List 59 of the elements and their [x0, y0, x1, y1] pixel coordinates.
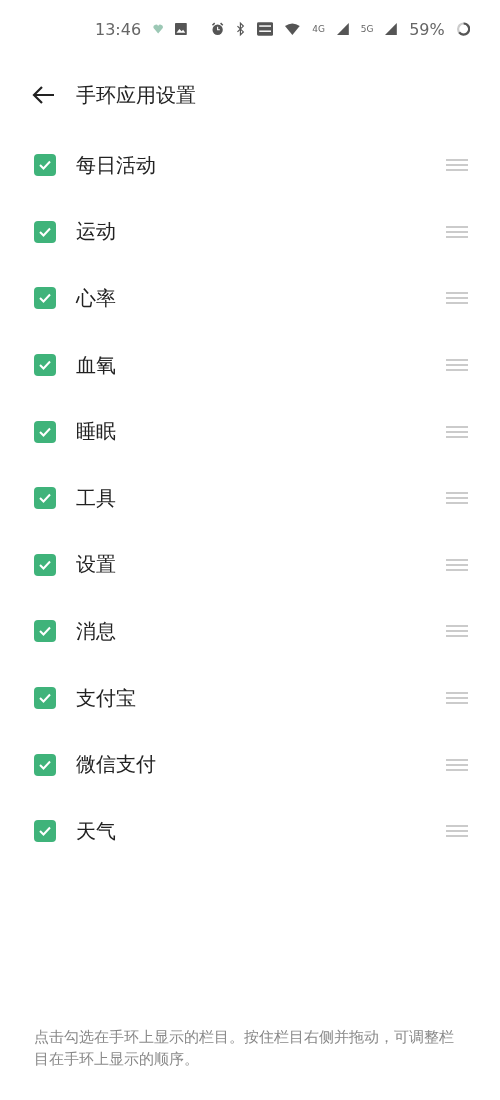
- item-label: 每日活动: [76, 151, 157, 179]
- checkmark-icon: [39, 493, 51, 504]
- checkmark-icon: [39, 293, 51, 304]
- item-label: 天气: [76, 817, 117, 845]
- bluetooth-icon: [236, 20, 246, 38]
- item-label: 支付宝: [76, 684, 137, 712]
- checkbox[interactable]: [34, 820, 56, 843]
- drag-handle-icon[interactable]: [446, 692, 468, 705]
- item-label: 睡眠: [76, 418, 117, 446]
- wifi-icon: [285, 21, 301, 37]
- drag-handle-icon[interactable]: [446, 758, 468, 771]
- network-type: 5G: [360, 24, 374, 34]
- alarm-icon: [211, 20, 225, 38]
- item-label: 血氧: [76, 351, 117, 379]
- battery-percent: 59%: [409, 19, 445, 39]
- checkbox[interactable]: [34, 287, 56, 310]
- signal-icon: [336, 21, 349, 37]
- item-label: 微信支付: [76, 751, 157, 779]
- checkmark-icon: [39, 426, 51, 437]
- hint-text: 点击勾选在手环上显示的栏目。按住栏目右侧并拖动，可调整栏目在手环上显示的顺序。: [34, 1028, 455, 1069]
- checkmark-icon: [39, 693, 51, 704]
- item-label: 运动: [76, 218, 117, 246]
- back-arrow-icon[interactable]: [32, 85, 56, 105]
- clock-time: 13:46: [95, 19, 142, 39]
- checkmark-icon: [39, 626, 51, 637]
- drag-handle-icon[interactable]: [446, 825, 468, 838]
- checkbox[interactable]: [34, 220, 56, 243]
- drag-handle-icon[interactable]: [446, 492, 468, 505]
- checkmark-icon: [39, 559, 51, 570]
- checkmark-icon: [39, 226, 51, 237]
- checkmark-icon: [39, 759, 51, 770]
- checkmark-icon: [39, 826, 51, 837]
- checkbox[interactable]: [34, 620, 56, 643]
- page-title: 手环应用设置: [76, 81, 196, 109]
- drag-handle-icon[interactable]: [446, 425, 468, 438]
- checkbox[interactable]: [34, 753, 56, 776]
- battery-ring-icon: [456, 20, 470, 38]
- heart-icon: [153, 23, 164, 35]
- image-icon: [175, 21, 188, 37]
- signal-icon: [385, 21, 398, 37]
- item-label: 设置: [76, 551, 117, 579]
- checkbox[interactable]: [34, 154, 56, 177]
- drag-handle-icon[interactable]: [446, 625, 468, 638]
- checkbox[interactable]: [34, 687, 56, 710]
- checkbox[interactable]: [34, 420, 56, 443]
- drag-handle-icon[interactable]: [446, 159, 468, 172]
- item-label: 心率: [76, 285, 117, 312]
- drag-handle-icon[interactable]: [446, 359, 468, 372]
- item-label: 消息: [76, 617, 117, 645]
- network-type: 4G: [312, 24, 325, 34]
- checkmark-icon: [39, 160, 51, 171]
- checkbox[interactable]: [34, 354, 56, 377]
- checkmark-icon: [39, 360, 51, 371]
- drag-handle-icon[interactable]: [446, 558, 468, 571]
- checkbox[interactable]: [34, 553, 56, 576]
- checkbox[interactable]: [34, 487, 56, 510]
- drag-handle-icon[interactable]: [446, 225, 468, 238]
- drag-handle-icon[interactable]: [446, 292, 468, 305]
- item-label: 工具: [76, 484, 117, 512]
